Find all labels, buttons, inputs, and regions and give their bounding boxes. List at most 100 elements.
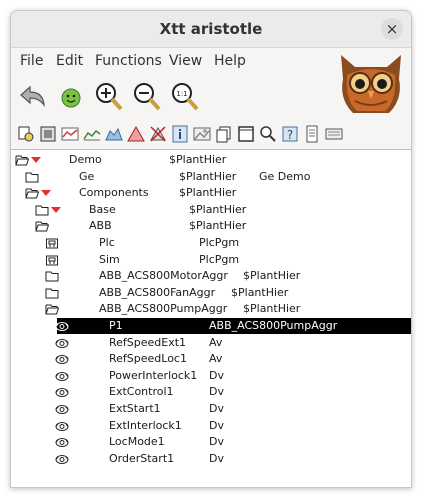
tree-row[interactable]: ABB $PlantHier bbox=[11, 218, 411, 234]
folder-icon[interactable] bbox=[45, 286, 59, 300]
block-alarm-icon[interactable] bbox=[149, 125, 167, 143]
tree-row[interactable]: OrderStart1 Dv bbox=[11, 451, 411, 467]
tree-item-class: PlcPgm bbox=[199, 236, 240, 249]
menu-bar: File Edit Functions View Help bbox=[11, 48, 311, 74]
open-graph-icon[interactable] bbox=[39, 125, 57, 143]
plc-crossref-icon[interactable] bbox=[259, 125, 277, 143]
tree-item-class: Av bbox=[209, 336, 223, 349]
title-bar[interactable]: Xtt aristotle × bbox=[11, 11, 411, 48]
tree-item-class: $PlantHier bbox=[189, 219, 247, 232]
menu-edit[interactable]: Edit bbox=[56, 53, 83, 69]
menu-help[interactable]: Help bbox=[214, 53, 246, 69]
menu-view[interactable]: View bbox=[169, 53, 202, 69]
tree-row[interactable]: ABB_ACS800FanAggr $PlantHier bbox=[11, 285, 411, 301]
object-icon[interactable] bbox=[55, 336, 69, 350]
notes-icon[interactable] bbox=[303, 125, 321, 143]
tree-row[interactable]: Components $PlantHier bbox=[11, 185, 411, 201]
tree-item-name: Ge bbox=[79, 170, 95, 183]
tree-row[interactable]: PowerInterlock1 Dv bbox=[11, 368, 411, 384]
xtt-window: Xtt aristotle × File Edit Functions View… bbox=[10, 10, 412, 488]
window-title: Xtt aristotle bbox=[159, 20, 263, 38]
folder-icon[interactable] bbox=[25, 170, 39, 184]
zoom-reset-icon[interactable]: 1:1 bbox=[169, 81, 201, 113]
tree-row[interactable]: Demo $PlantHier bbox=[11, 152, 411, 168]
tree-item-class: PlcPgm bbox=[199, 253, 240, 266]
tree-row[interactable]: P1 ABB_ACS800PumpAggr bbox=[55, 318, 411, 334]
tree-item-class: Dv bbox=[209, 385, 224, 398]
tree-row[interactable]: Plc PlcPgm bbox=[11, 235, 411, 251]
tree-item-name: ABB_ACS800PumpAggr bbox=[99, 302, 228, 315]
expand-arrow-icon[interactable] bbox=[51, 206, 61, 214]
help-icon[interactable]: ? bbox=[281, 125, 299, 143]
tree-item-name: ABB bbox=[89, 219, 112, 232]
svg-text:1:1: 1:1 bbox=[176, 90, 187, 98]
tree-row[interactable]: Sim PlcPgm bbox=[11, 252, 411, 268]
fast-curve-icon[interactable] bbox=[83, 125, 101, 143]
tree-item-name: ABB_ACS800FanAggr bbox=[99, 286, 216, 299]
plc-icon[interactable] bbox=[45, 236, 59, 250]
tree-item-class: $PlantHier bbox=[169, 153, 227, 166]
zoom-in-icon[interactable] bbox=[93, 81, 125, 113]
object-icon[interactable] bbox=[55, 452, 69, 466]
tree-item-class: Dv bbox=[209, 369, 224, 382]
tree-row[interactable]: ABB_ACS800PumpAggr $PlantHier bbox=[11, 301, 411, 317]
tree-row[interactable]: RefSpeedLoc1 Av bbox=[11, 351, 411, 367]
tree-item-name: RefSpeedExt1 bbox=[109, 336, 187, 349]
folder-open-icon[interactable] bbox=[15, 153, 29, 167]
keyboard-icon[interactable] bbox=[325, 125, 343, 143]
object-icon[interactable] bbox=[55, 402, 69, 416]
svg-text:?: ? bbox=[287, 128, 293, 142]
object-icon[interactable] bbox=[55, 435, 69, 449]
tree-row[interactable]: RefSpeedExt1 Av bbox=[11, 335, 411, 351]
menu-functions[interactable]: Functions bbox=[95, 53, 162, 69]
tree-row[interactable]: ExtStart1 Dv bbox=[11, 401, 411, 417]
trend-icon[interactable] bbox=[61, 125, 79, 143]
folder-open-icon[interactable] bbox=[45, 302, 59, 316]
expand-arrow-icon[interactable] bbox=[31, 156, 41, 164]
tree-item-name: RefSpeedLoc1 bbox=[109, 352, 187, 365]
object-icon[interactable] bbox=[55, 385, 69, 399]
tree-item-name: ExtInterlock1 bbox=[109, 419, 182, 432]
object-icon[interactable] bbox=[55, 319, 69, 333]
tree-item-class: $PlantHier bbox=[243, 302, 301, 315]
tree-row[interactable]: LocMode1 Dv bbox=[11, 434, 411, 450]
object-icon[interactable] bbox=[55, 352, 69, 366]
smiley-icon[interactable] bbox=[55, 81, 87, 113]
tree-row[interactable]: ABB_ACS800MotorAggr $PlantHier bbox=[11, 268, 411, 284]
tree-row[interactable]: ExtInterlock1 Dv bbox=[11, 418, 411, 434]
object-icon[interactable] bbox=[55, 419, 69, 433]
history-icon[interactable] bbox=[105, 125, 123, 143]
folder-icon[interactable] bbox=[45, 269, 59, 283]
close-button[interactable]: × bbox=[381, 18, 403, 40]
folder-open-icon[interactable] bbox=[35, 219, 49, 233]
tree-row[interactable]: Base $PlantHier bbox=[11, 202, 411, 218]
tree-item-description: Ge Demo bbox=[259, 170, 311, 183]
tree-item-class: Dv bbox=[209, 435, 224, 448]
plc-icon[interactable] bbox=[45, 253, 59, 267]
tree-row[interactable]: Ge $PlantHier Ge Demo bbox=[11, 169, 411, 185]
tree-item-name: ExtStart1 bbox=[109, 402, 161, 415]
tree-item-name: Components bbox=[79, 186, 149, 199]
tree-item-name: LocMode1 bbox=[109, 435, 165, 448]
tree-item-class: $PlantHier bbox=[243, 269, 301, 282]
open-plc-icon[interactable] bbox=[193, 125, 211, 143]
folder-open-icon[interactable] bbox=[25, 186, 39, 200]
open-object-icon[interactable] bbox=[17, 125, 35, 143]
expand-arrow-icon[interactable] bbox=[41, 189, 51, 197]
object-tree[interactable]: Demo $PlantHier Ge $PlantHier Ge Demo Compone… bbox=[11, 149, 411, 487]
folder-icon[interactable] bbox=[35, 203, 49, 217]
menu-file[interactable]: File bbox=[20, 53, 43, 69]
info-icon[interactable] bbox=[171, 125, 189, 143]
zoom-out-icon[interactable] bbox=[131, 81, 163, 113]
object-icon[interactable] bbox=[55, 369, 69, 383]
tree-item-class: ABB_ACS800PumpAggr bbox=[209, 319, 338, 332]
tree-item-class: $PlantHier bbox=[179, 170, 237, 183]
tree-item-name: Demo bbox=[69, 153, 102, 166]
tree-row[interactable]: ExtControl1 Dv bbox=[11, 384, 411, 400]
alarm-icon[interactable] bbox=[127, 125, 145, 143]
tree-item-name: Sim bbox=[99, 253, 120, 266]
tree-item-class: Dv bbox=[209, 402, 224, 415]
back-icon[interactable] bbox=[17, 81, 49, 113]
crossref-icon[interactable] bbox=[215, 125, 233, 143]
window-icon[interactable] bbox=[237, 125, 255, 143]
